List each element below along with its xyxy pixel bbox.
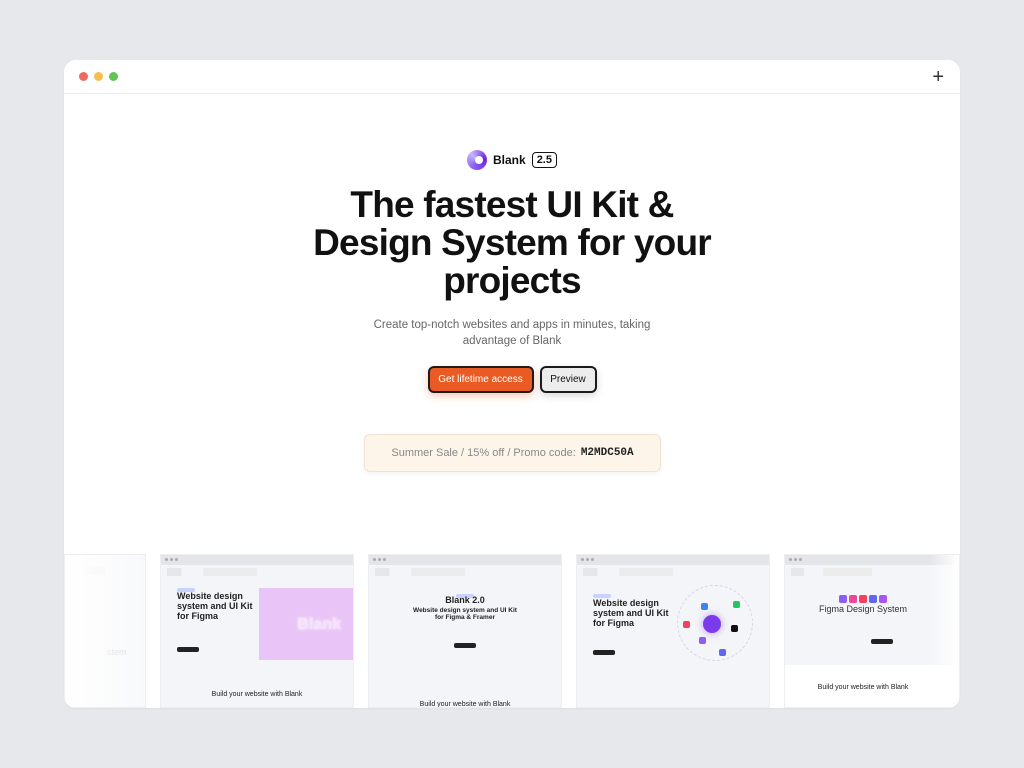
hero-title-line: projects [443, 260, 581, 301]
thumbnail-title: for Figma [177, 611, 219, 621]
minimize-window-button[interactable] [94, 72, 103, 81]
hero-title-line: Design System for your [313, 222, 712, 263]
window-titlebar: + [64, 60, 960, 94]
app-icon [733, 601, 740, 608]
thumbnail-title: Website design [593, 598, 659, 608]
thumbnail-title: system and UI Kit [593, 608, 669, 618]
thumbnail-preview[interactable]: stem [64, 554, 146, 708]
close-window-button[interactable] [79, 72, 88, 81]
thumbnail-title: Website design system and UI Kit [413, 607, 517, 614]
thumbnail-title: Website design [177, 591, 243, 601]
app-icon [699, 637, 706, 644]
promo-text: Summer Sale / 15% off / Promo code: [391, 447, 576, 459]
brand-header: Blank 2.5 [64, 150, 960, 170]
hero-title: The fastest UI Kit & Design System for y… [64, 186, 960, 300]
promo-code[interactable]: M2MDC50A [581, 447, 634, 459]
maximize-window-button[interactable] [109, 72, 118, 81]
new-tab-plus-icon[interactable]: + [932, 67, 944, 87]
cta-buttons: Get lifetime access Preview [64, 366, 960, 393]
brand-name: Blank [493, 153, 526, 167]
thumbnail-preview[interactable]: Website design system and UI Kit for Fig… [576, 554, 770, 708]
preview-button[interactable]: Preview [539, 366, 597, 393]
thumbnail-preview[interactable]: Figma Design System Build your website w… [784, 554, 960, 708]
blank-overlay-text: Blank [297, 616, 341, 633]
preview-thumbnails: stem Website design system and UI Kit fo… [64, 554, 960, 708]
app-icon [701, 603, 708, 610]
app-icon [683, 621, 690, 628]
app-icon [719, 649, 726, 656]
browser-window: + Blank 2.5 The fastest UI Kit & Design … [64, 60, 960, 708]
thumbnail-title: Figma Design System [818, 604, 908, 614]
thumbnail-preview[interactable]: Website design system and UI Kit for Fig… [160, 554, 354, 708]
thumbnail-footer: Build your website with Blank [211, 691, 303, 698]
subtitle-line: Create top-notch websites and apps in mi… [373, 319, 651, 331]
promo-banner: Summer Sale / 15% off / Promo code: M2MD… [364, 434, 661, 472]
version-badge: 2.5 [531, 152, 557, 168]
thumbnail-title: for Figma [593, 618, 635, 628]
subtitle-line: advantage of Blank [462, 335, 562, 347]
get-lifetime-access-button[interactable]: Get lifetime access [427, 366, 534, 393]
thumbnail-title: system and UI Kit [177, 601, 253, 611]
hero-title-line: The fastest UI Kit & [350, 184, 674, 225]
hero-subtitle: Create top-notch websites and apps in mi… [362, 317, 662, 349]
blank-logo-icon [467, 150, 487, 170]
thumbnail-title: Blank 2.0 [445, 595, 485, 605]
app-icon [731, 625, 738, 632]
thumbnail-footer: Build your website with Blank [419, 701, 511, 708]
thumbnail-footer: Build your website with Blank [817, 684, 909, 691]
thumbnail-title: for Figma & Framer [435, 614, 495, 621]
thumbnail-preview[interactable]: Blank 2.0 Website design system and UI K… [368, 554, 562, 708]
sparkle-icon [703, 615, 721, 633]
